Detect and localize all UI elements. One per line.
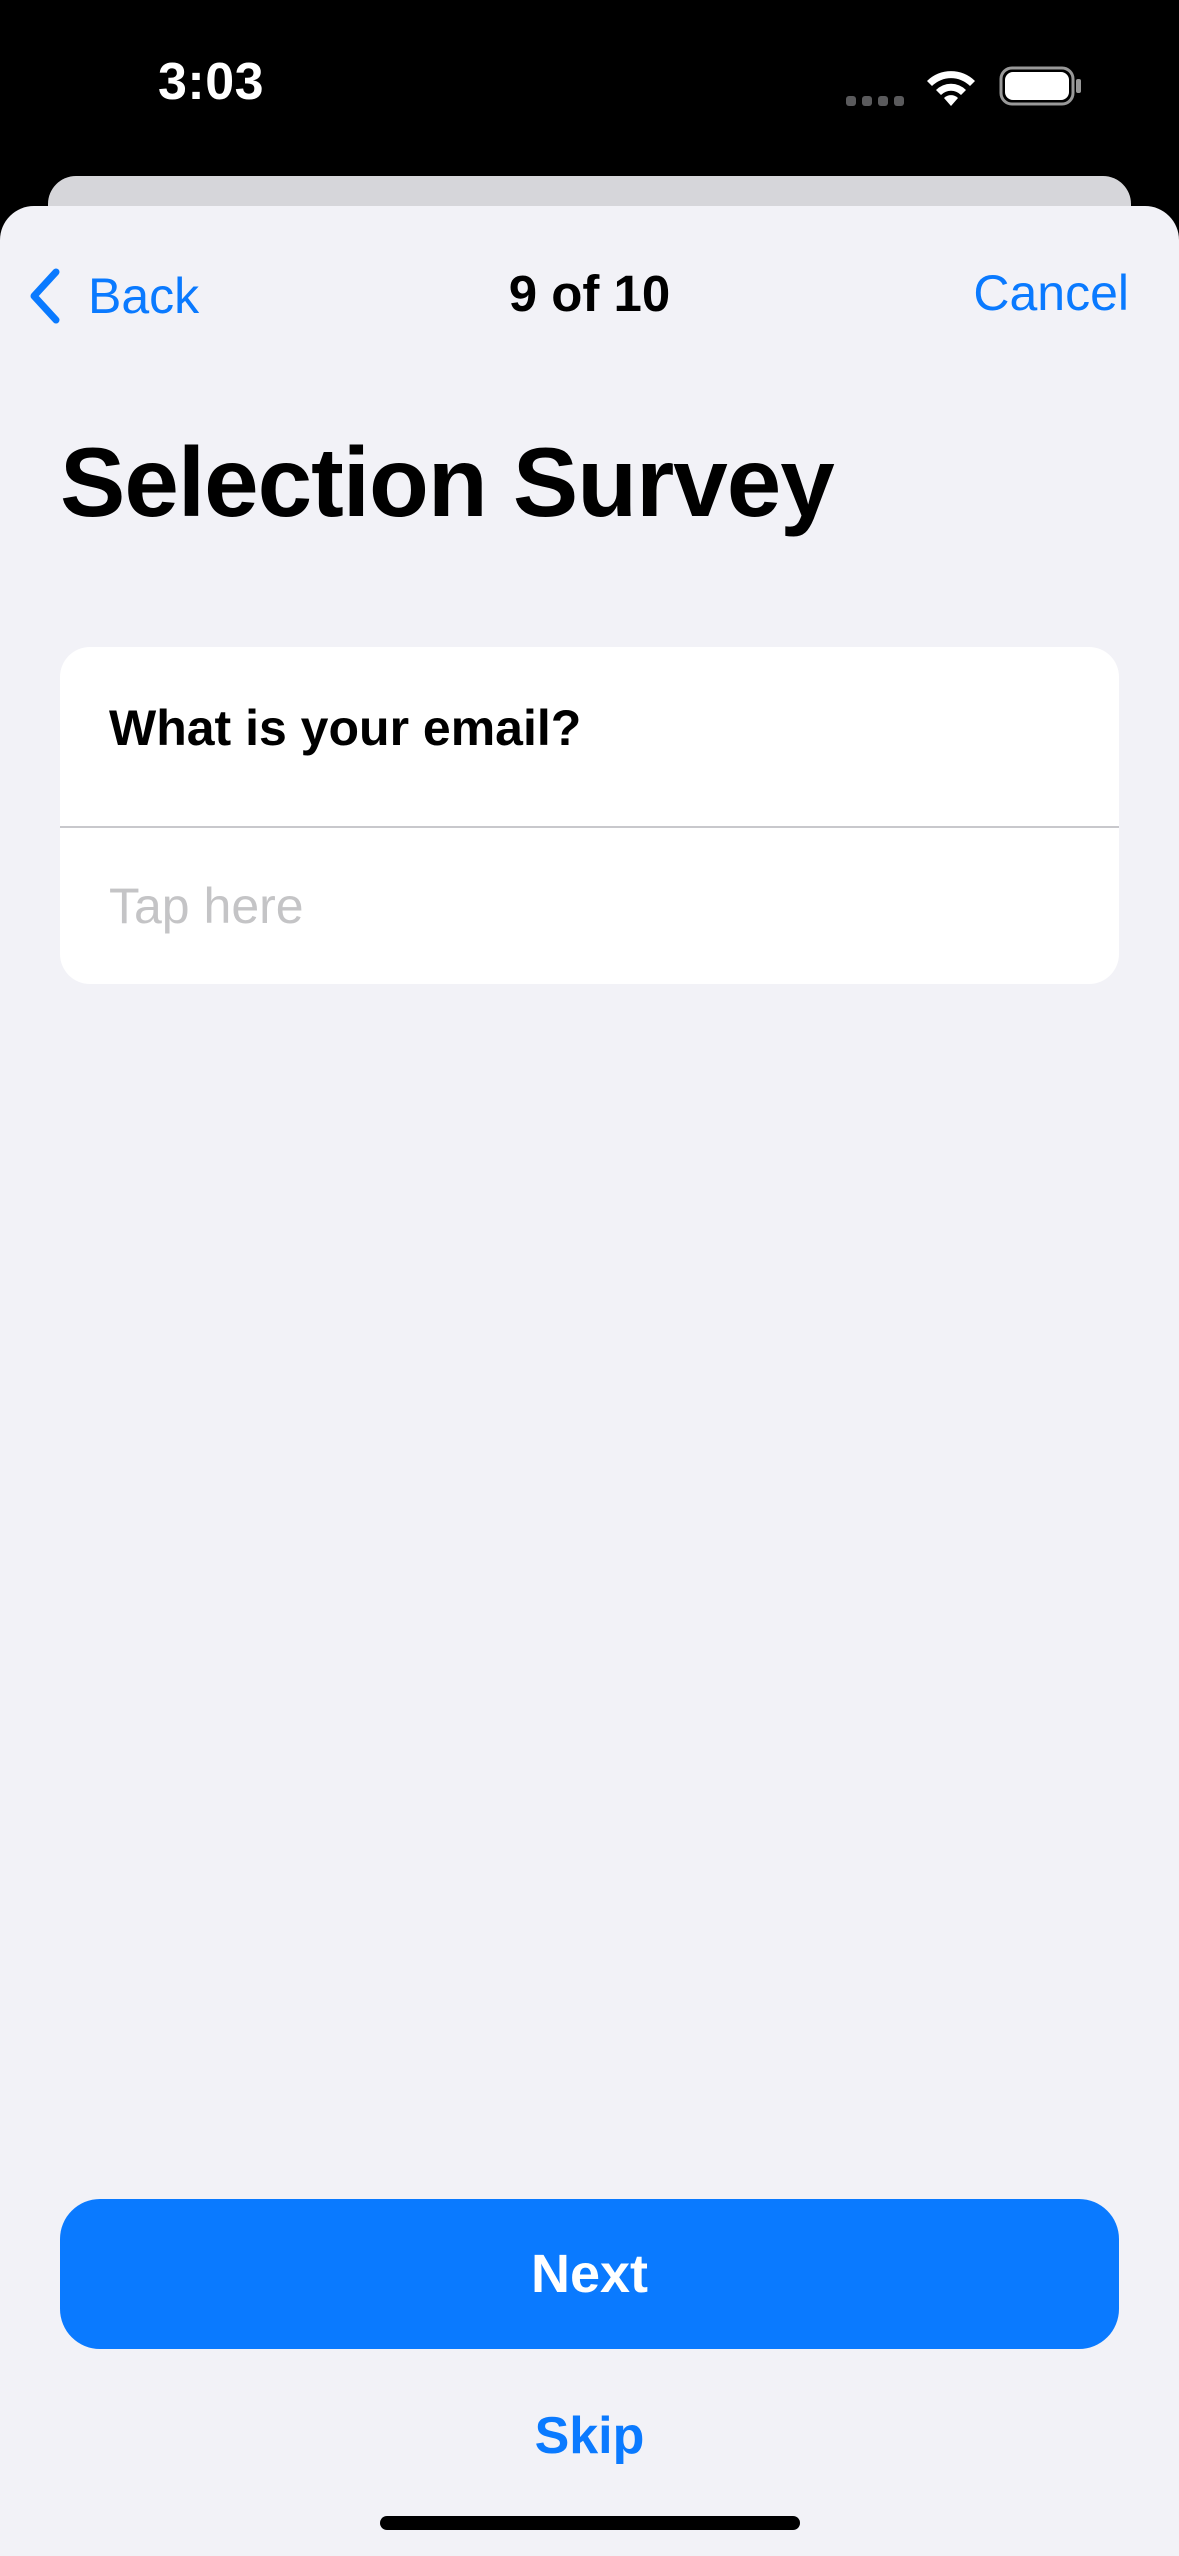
skip-button[interactable]: Skip <box>0 2406 1179 2466</box>
card-divider <box>60 826 1119 828</box>
wifi-icon <box>927 71 975 106</box>
email-field[interactable] <box>109 851 1069 961</box>
survey-sheet: Back 9 of 10 Cancel Selection Survey Wha… <box>0 206 1179 2556</box>
status-time: 3:03 <box>158 53 265 111</box>
question-text: What is your email? <box>109 700 582 756</box>
cellular-dots-icon <box>846 96 904 106</box>
next-button[interactable]: Next <box>60 2199 1119 2349</box>
question-card: What is your email? <box>60 647 1119 984</box>
page-title: Selection Survey <box>60 427 835 537</box>
battery-icon <box>999 66 1081 106</box>
cancel-button[interactable]: Cancel <box>973 264 1129 322</box>
screen: 3:03 Back 9 of 10 Cancel Selection Surve… <box>0 0 1179 2556</box>
status-bar: 3:03 <box>0 0 1179 175</box>
home-indicator <box>380 2516 800 2530</box>
